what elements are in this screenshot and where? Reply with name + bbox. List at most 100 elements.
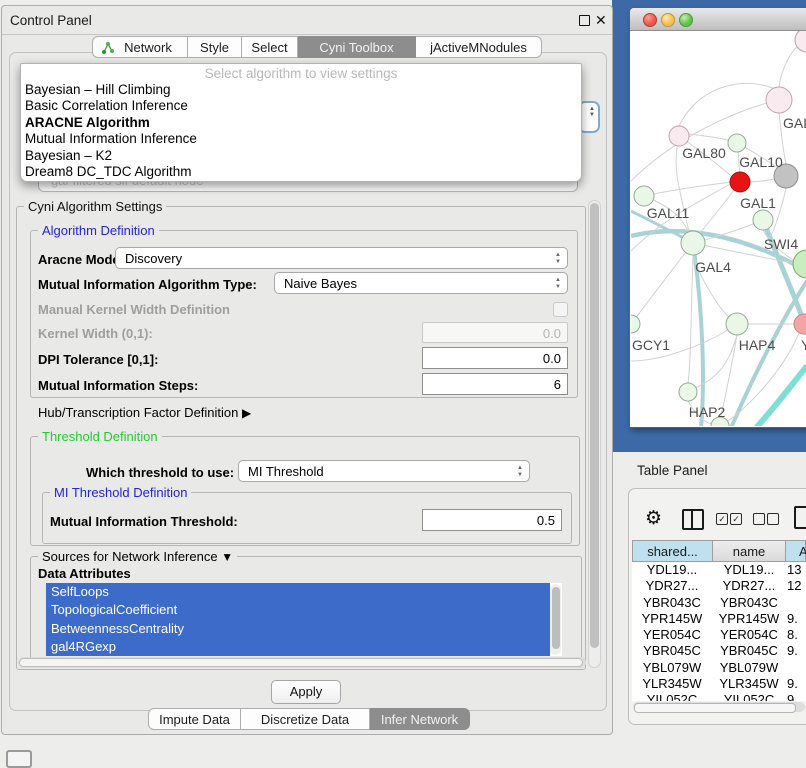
attribute-item-selected[interactable]: gal4RGexp xyxy=(46,638,550,656)
unchecked-checkbox-icon[interactable] xyxy=(753,513,765,525)
network-window-titlebar[interactable] xyxy=(630,8,806,31)
table-row[interactable]: YDR27...YDR27...12 xyxy=(632,578,806,594)
dpi-tolerance-field[interactable]: 0.0 xyxy=(422,347,568,369)
node-gal80[interactable] xyxy=(669,126,689,146)
tab-select[interactable]: Select xyxy=(242,36,298,58)
node-gal[interactable] xyxy=(766,87,792,113)
column-layout-icon[interactable] xyxy=(682,509,704,530)
aracne-mode-label: Aracne Mode: xyxy=(38,252,124,267)
tab-impute-data[interactable]: Impute Data xyxy=(148,708,241,730)
node-gal11[interactable] xyxy=(634,186,654,206)
mi-type-select[interactable]: Naive Bayes ▲▼ xyxy=(274,272,568,294)
checked-checkbox-icon[interactable]: ✓ xyxy=(716,513,728,525)
attributes-scrollbar[interactable] xyxy=(550,584,561,655)
scrollbar-thumb[interactable] xyxy=(19,658,583,667)
dock-button-partial[interactable] xyxy=(6,750,32,768)
algorithm-option-selected[interactable]: ARACNE Algorithm xyxy=(24,115,575,131)
network-graph: GAL GAL80 GAL10 GAL1 GAL11 SWI4 GAL4 GCY… xyxy=(631,31,806,426)
mi-steps-field[interactable]: 6 xyxy=(422,373,568,395)
attribute-item-selected[interactable]: BetweennessCentrality xyxy=(46,620,550,638)
table-row[interactable]: YLR345WYLR345W9. xyxy=(632,676,806,692)
float-window-icon[interactable] xyxy=(579,15,590,26)
gear-icon[interactable]: ⚙ xyxy=(645,507,662,530)
minimize-traffic-light[interactable] xyxy=(661,13,675,27)
tab-network[interactable]: Network xyxy=(92,36,188,58)
node-label-hap2: HAP2 xyxy=(689,404,726,420)
table-panel-title: Table Panel xyxy=(637,463,708,478)
node-label-gal11: GAL11 xyxy=(647,205,690,221)
network-view-window[interactable]: GAL GAL80 GAL10 GAL1 GAL11 SWI4 GAL4 GCY… xyxy=(629,7,806,428)
table-row[interactable]: YER054CYER054C8. xyxy=(632,627,806,643)
group-title: Threshold Definition xyxy=(38,429,162,444)
column-header-partial[interactable]: A xyxy=(785,540,806,562)
apply-button[interactable]: Apply xyxy=(271,680,341,704)
document-icon[interactable] xyxy=(794,506,806,529)
table-row[interactable]: YDL19...YDL19...13 xyxy=(632,562,806,578)
close-traffic-light[interactable] xyxy=(643,13,657,27)
checked-checkbox-icon[interactable]: ✓ xyxy=(730,513,742,525)
data-attributes-list[interactable]: SelfLoops TopologicalCoefficient Between… xyxy=(46,583,562,656)
settings-horizontal-scrollbar[interactable] xyxy=(18,657,586,668)
algorithm-dropdown-popup: Select algorithm to view settings Bayesi… xyxy=(20,63,582,182)
kernel-width-field[interactable]: 0.0 xyxy=(422,322,568,343)
node-hap4[interactable] xyxy=(726,313,748,335)
tab-infer-network[interactable]: Infer Network xyxy=(370,708,470,730)
tab-discretize-data[interactable]: Discretize Data xyxy=(241,708,370,730)
table-horizontal-scrollbar[interactable] xyxy=(633,702,805,712)
node-top-partial[interactable] xyxy=(795,31,806,52)
mi-steps-label: Mutual Information Steps: xyxy=(38,378,198,393)
attribute-item-selected[interactable]: TopologicalCoefficient xyxy=(46,601,550,619)
close-icon[interactable]: ✕ xyxy=(595,12,607,29)
scrollbar-thumb[interactable] xyxy=(590,203,599,648)
node-hap2[interactable] xyxy=(679,383,697,401)
attribute-item-selected[interactable]: SelfLoops xyxy=(46,583,550,601)
tab-style[interactable]: Style xyxy=(188,36,242,58)
node-gcy1[interactable] xyxy=(631,315,640,333)
sources-toggle[interactable]: Sources for Network Inference ▼ xyxy=(38,549,237,564)
algorithm-option[interactable]: Basic Correlation Inference xyxy=(24,98,575,114)
node-gal1[interactable] xyxy=(730,172,750,192)
table-row[interactable]: YIL052CYIL052C9 xyxy=(632,692,806,701)
algorithm-option[interactable]: Dream8 DC_TDC Algorithm xyxy=(24,164,575,180)
node-label-gal80: GAL80 xyxy=(682,145,726,161)
unchecked-checkbox-icon[interactable] xyxy=(767,513,779,525)
algorithm-option[interactable]: Mutual Information Inference xyxy=(24,131,575,147)
node-swi4[interactable] xyxy=(753,210,773,230)
column-header-shared[interactable]: shared... xyxy=(632,540,713,562)
manual-kernel-label: Manual Kernel Width Definition xyxy=(38,302,230,317)
popup-header: Select algorithm to view settings xyxy=(21,66,581,81)
node-label-gal10: GAL10 xyxy=(739,154,783,170)
column-header-name[interactable]: name xyxy=(712,540,786,562)
node-right-green[interactable] xyxy=(793,250,806,278)
node-table[interactable]: YDL19...YDL19...13 YDR27...YDR27...12 YB… xyxy=(632,562,806,701)
node-label-gal: GAL xyxy=(783,115,806,131)
selected-value: Naive Bayes xyxy=(284,276,357,291)
algorithm-option[interactable]: Bayesian – Hill Climbing xyxy=(24,82,575,98)
algorithm-option[interactable]: Bayesian – K2 xyxy=(24,148,575,164)
manual-kernel-checkbox[interactable] xyxy=(553,302,568,317)
table-row[interactable]: YBL079WYBL079W xyxy=(632,660,806,676)
table-row[interactable]: YPR145WYPR145W9. xyxy=(632,611,806,627)
node-green-small[interactable] xyxy=(728,134,746,152)
network-canvas[interactable]: GAL GAL80 GAL10 GAL1 GAL11 SWI4 GAL4 GCY… xyxy=(631,31,806,426)
collapsed-arrow-icon: ▶ xyxy=(242,406,251,420)
node-y[interactable] xyxy=(794,314,806,334)
stepper-icon: ▲▼ xyxy=(589,106,595,118)
scrollbar-thumb[interactable] xyxy=(634,703,796,713)
hub-definition-toggle[interactable]: Hub/Transcription Factor Definition ▶ xyxy=(38,405,251,420)
node-label-gal1: GAL1 xyxy=(740,195,776,211)
mi-threshold-field[interactable]: 0.5 xyxy=(422,509,562,531)
zoom-traffic-light[interactable] xyxy=(679,13,693,27)
node-label-gcy1: GCY1 xyxy=(632,337,670,353)
node-label-gal4: GAL4 xyxy=(695,259,731,275)
which-threshold-select[interactable]: MI Threshold ▲▼ xyxy=(238,460,530,482)
node-gal4[interactable] xyxy=(681,231,705,255)
table-row[interactable]: YBR045CYBR045C9. xyxy=(632,643,806,659)
control-panel-titlebar: Control Panel ✕ xyxy=(2,6,612,35)
scrollbar-thumb[interactable] xyxy=(552,587,560,649)
table-row[interactable]: YBR043CYBR043C xyxy=(632,595,806,611)
tab-jactivemnodules[interactable]: jActiveMNodules xyxy=(416,36,542,58)
tab-cyni-toolbox[interactable]: Cyni Toolbox xyxy=(298,36,416,58)
aracne-mode-select[interactable]: Discovery ▲▼ xyxy=(115,247,568,269)
settings-vertical-scrollbar[interactable] xyxy=(588,200,601,668)
